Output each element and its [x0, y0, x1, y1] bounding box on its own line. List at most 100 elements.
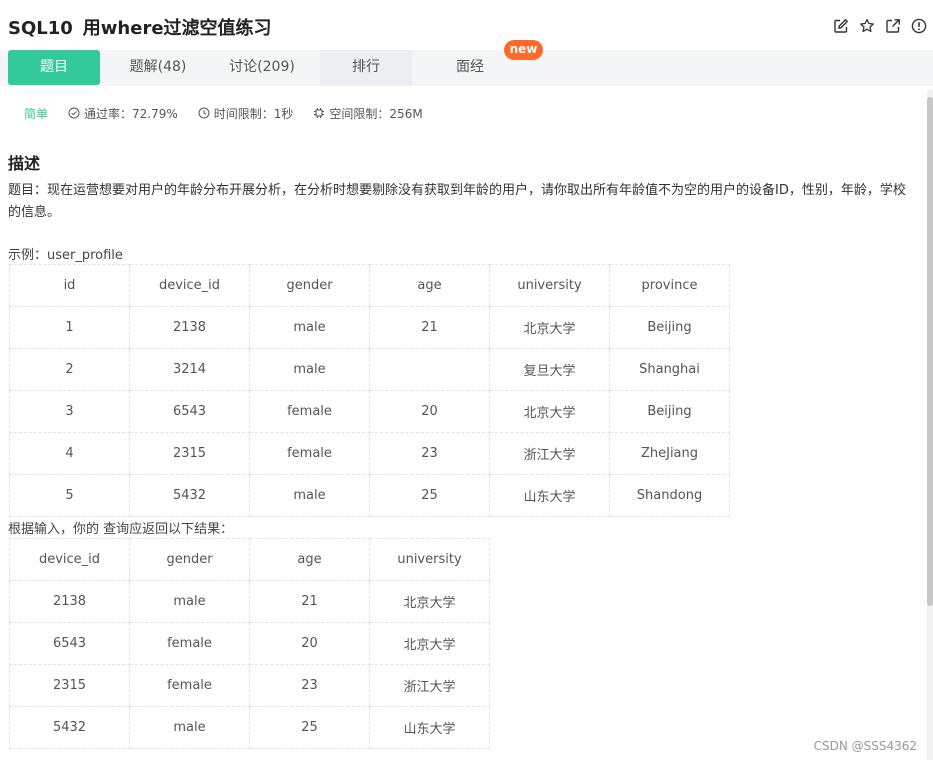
tab-interview[interactable]: 面经 — [424, 50, 516, 85]
column-header: university — [369, 538, 490, 581]
table-cell: 21 — [369, 306, 490, 349]
tab-problem[interactable]: 题目 — [8, 50, 100, 85]
difficulty-label: 简单 — [24, 106, 49, 121]
description-heading: 描述 — [8, 154, 41, 173]
table-cell — [369, 348, 490, 391]
tab-solutions[interactable]: 题解(48) — [112, 50, 204, 85]
table-row: 4 2315 female 23 浙江大学 ZheJiang — [9, 432, 730, 475]
table-cell: 23 — [249, 664, 370, 707]
table-cell: 5432 — [9, 706, 130, 749]
watermark: CSDN @SSS4362 — [813, 739, 917, 753]
table-cell: Beijing — [609, 390, 730, 433]
table-cell: 复旦大学 — [489, 348, 610, 391]
table-header-row: id device_id gender age university provi… — [9, 264, 730, 307]
table-cell: 5432 — [129, 474, 250, 517]
table-row: 1 2138 male 21 北京大学 Beijing — [9, 306, 730, 349]
column-header: age — [369, 264, 490, 307]
example-label: 示例：user_profile — [8, 248, 123, 263]
table-cell: 浙江大学 — [369, 664, 490, 707]
table-cell: 25 — [249, 706, 370, 749]
table-row: 2 3214 male 复旦大学 Shanghai — [9, 348, 730, 391]
table-row: 3 6543 female 20 北京大学 Beijing — [9, 390, 730, 433]
time-limit: 时间限制：1秒 — [198, 105, 294, 122]
table-cell: 1 — [9, 306, 130, 349]
table-cell: 北京大学 — [489, 390, 610, 433]
clock-icon — [198, 107, 210, 119]
problem-title: 用where过滤空值练习 — [82, 18, 272, 39]
tab-ranking[interactable]: 排行 — [320, 50, 412, 85]
table-cell: Shanghai — [609, 348, 730, 391]
table-cell: 20 — [249, 622, 370, 665]
table-cell: male — [129, 580, 250, 623]
pass-rate-text: 通过率：72.79% — [84, 106, 178, 121]
table-cell: 北京大学 — [489, 306, 610, 349]
space-limit: 空间限制：256M — [313, 105, 423, 122]
table-cell: 4 — [9, 432, 130, 475]
table-row: 5 5432 male 25 山东大学 Shandong — [9, 474, 730, 517]
table-cell: male — [249, 348, 370, 391]
table-cell: 浙江大学 — [489, 432, 610, 475]
column-header: university — [489, 264, 610, 307]
chip-icon — [314, 108, 325, 118]
description-text: 题目：现在运营想要对用户的年龄分布开展分析，在分析时想要剔除没有获取到年龄的用户… — [8, 183, 906, 220]
column-header: gender — [129, 538, 250, 581]
table-cell: male — [129, 706, 250, 749]
table-cell: 山东大学 — [489, 474, 610, 517]
result-label: 根据输入，你的 查询应返回以下结果： — [8, 522, 234, 537]
example-table: id device_id gender age university provi… — [9, 264, 730, 517]
tab-discussion[interactable]: 讨论(209) — [216, 50, 308, 85]
table-row: 2138 male 21 北京大学 — [9, 580, 490, 623]
time-limit-text: 时间限制：1秒 — [213, 106, 294, 121]
header-actions — [833, 18, 927, 34]
info-icon[interactable] — [911, 18, 927, 34]
share-icon[interactable] — [885, 18, 901, 34]
table-cell: 北京大学 — [369, 580, 490, 623]
table-cell: 2138 — [129, 306, 250, 349]
table-cell: 6543 — [9, 622, 130, 665]
column-header: device_id — [9, 538, 130, 581]
table-row: 6543 female 20 北京大学 — [9, 622, 490, 665]
new-badge: new — [504, 40, 543, 60]
column-header: gender — [249, 264, 370, 307]
table-cell: 20 — [369, 390, 490, 433]
table-cell: 北京大学 — [369, 622, 490, 665]
pass-rate: 通过率：72.79% — [68, 105, 178, 122]
table-cell: Beijing — [609, 306, 730, 349]
table-row: 2315 female 23 浙江大学 — [9, 664, 490, 707]
column-header: id — [9, 264, 130, 307]
page-title: SQL10 用where过滤空值练习 — [8, 14, 272, 40]
space-limit-text: 空间限制：256M — [329, 106, 423, 121]
table-cell: 5 — [9, 474, 130, 517]
table-header-row: device_id gender age university — [9, 538, 490, 581]
edit-icon[interactable] — [833, 18, 849, 34]
table-cell: 3 — [9, 390, 130, 433]
table-row: 5432 male 25 山东大学 — [9, 706, 490, 749]
table-cell: 2 — [9, 348, 130, 391]
table-cell: 2315 — [9, 664, 130, 707]
table-cell: 23 — [369, 432, 490, 475]
table-cell: female — [129, 622, 250, 665]
table-cell: ZheJiang — [609, 432, 730, 475]
tab-bar: 题目 题解(48) 讨论(209) 排行 面经 — [0, 50, 933, 86]
table-cell: 21 — [249, 580, 370, 623]
table-cell: 2315 — [129, 432, 250, 475]
table-cell: male — [249, 474, 370, 517]
scrollbar-thumb[interactable] — [927, 97, 933, 606]
table-cell: female — [129, 664, 250, 707]
header: SQL10 用where过滤空值练习 — [0, 0, 933, 50]
table-cell: Shandong — [609, 474, 730, 517]
result-table: device_id gender age university 2138 mal… — [9, 538, 490, 749]
table-cell: 2138 — [9, 580, 130, 623]
check-circle-icon — [68, 107, 80, 119]
table-cell: 3214 — [129, 348, 250, 391]
table-cell: female — [249, 390, 370, 433]
column-header: province — [609, 264, 730, 307]
problem-meta: 简单 通过率：72.79% 时间限制：1秒 空间限制：256M — [24, 104, 443, 122]
table-cell: 25 — [369, 474, 490, 517]
table-cell: female — [249, 432, 370, 475]
star-icon[interactable] — [859, 18, 875, 34]
problem-code: SQL10 — [8, 18, 73, 39]
column-header: device_id — [129, 264, 250, 307]
column-header: age — [249, 538, 370, 581]
table-cell: male — [249, 306, 370, 349]
